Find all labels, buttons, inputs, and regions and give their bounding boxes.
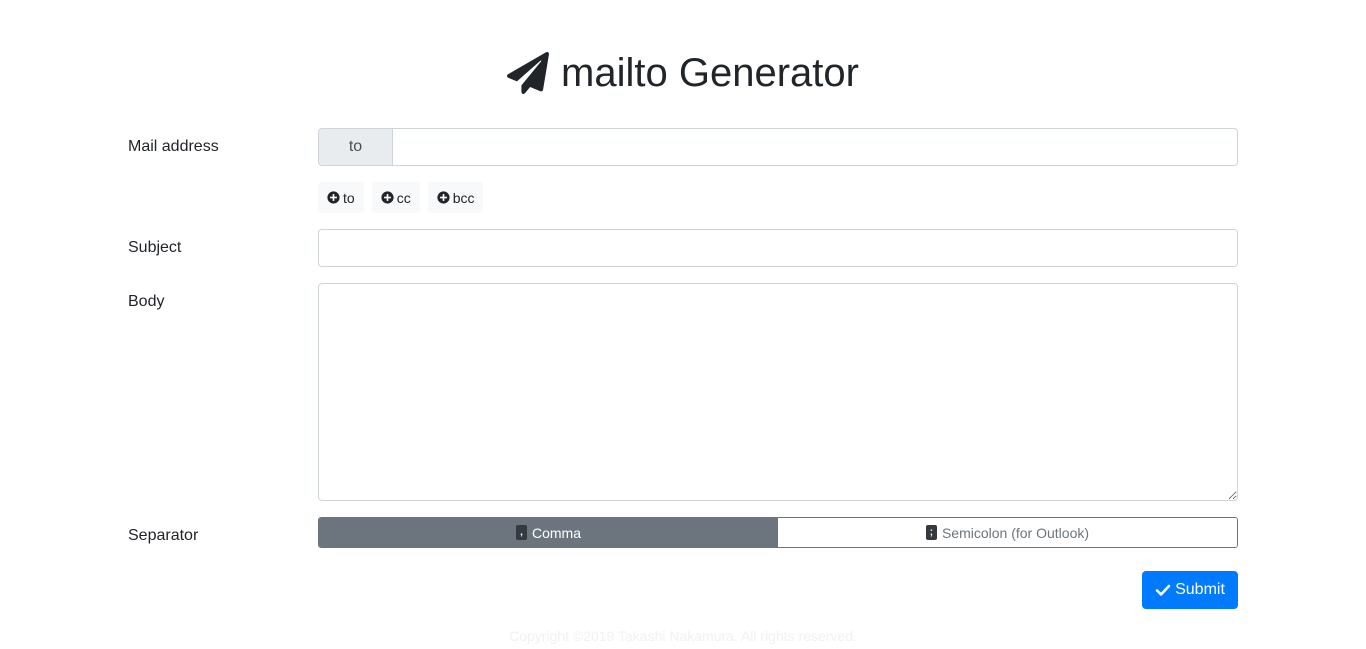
comma-key-icon: , [515, 525, 527, 540]
subject-input[interactable] [318, 229, 1238, 267]
submit-label: Submit [1175, 581, 1225, 598]
add-to-label: to [343, 189, 355, 206]
add-cc-button[interactable]: cc [371, 182, 420, 213]
plus-circle-icon [327, 191, 340, 204]
body-label: Body [128, 293, 165, 310]
page-title: mailto Generator [0, 46, 1366, 100]
add-to-button[interactable]: to [318, 182, 364, 213]
body-textarea[interactable] [318, 283, 1238, 501]
semicolon-key-icon: ; [925, 525, 937, 540]
add-bcc-label: bcc [452, 189, 475, 206]
mail-address-label: Mail address [128, 138, 219, 155]
add-cc-label: cc [396, 189, 411, 206]
submit-button[interactable]: Submit [1142, 571, 1238, 609]
add-recipient-buttons: to cc bcc [318, 182, 484, 213]
mail-address-group: to [318, 128, 1238, 166]
subject-label: Subject [128, 239, 182, 256]
add-bcc-button[interactable]: bcc [427, 182, 484, 213]
to-prefix: to [318, 128, 392, 166]
mail-address-input[interactable] [392, 128, 1238, 166]
check-icon [1155, 582, 1171, 598]
separator-semicolon-label: Semicolon (for Outlook) [941, 524, 1090, 541]
plus-circle-icon [381, 191, 394, 204]
page-title-text: mailto Generator [561, 50, 859, 95]
paper-plane-icon [507, 52, 550, 94]
separator-semicolon-option[interactable]: ; Semicolon (for Outlook) [778, 518, 1237, 547]
footer-copyright: Copyright ©2019 Takashi Nakamura. All ri… [509, 628, 857, 644]
plus-circle-icon [437, 191, 450, 204]
separator-toggle-group: , Comma ; Semicolon (for Outlook) [318, 517, 1238, 548]
separator-comma-option[interactable]: , Comma [319, 518, 778, 547]
separator-comma-label: Comma [531, 524, 581, 541]
separator-label: Separator [128, 527, 199, 544]
